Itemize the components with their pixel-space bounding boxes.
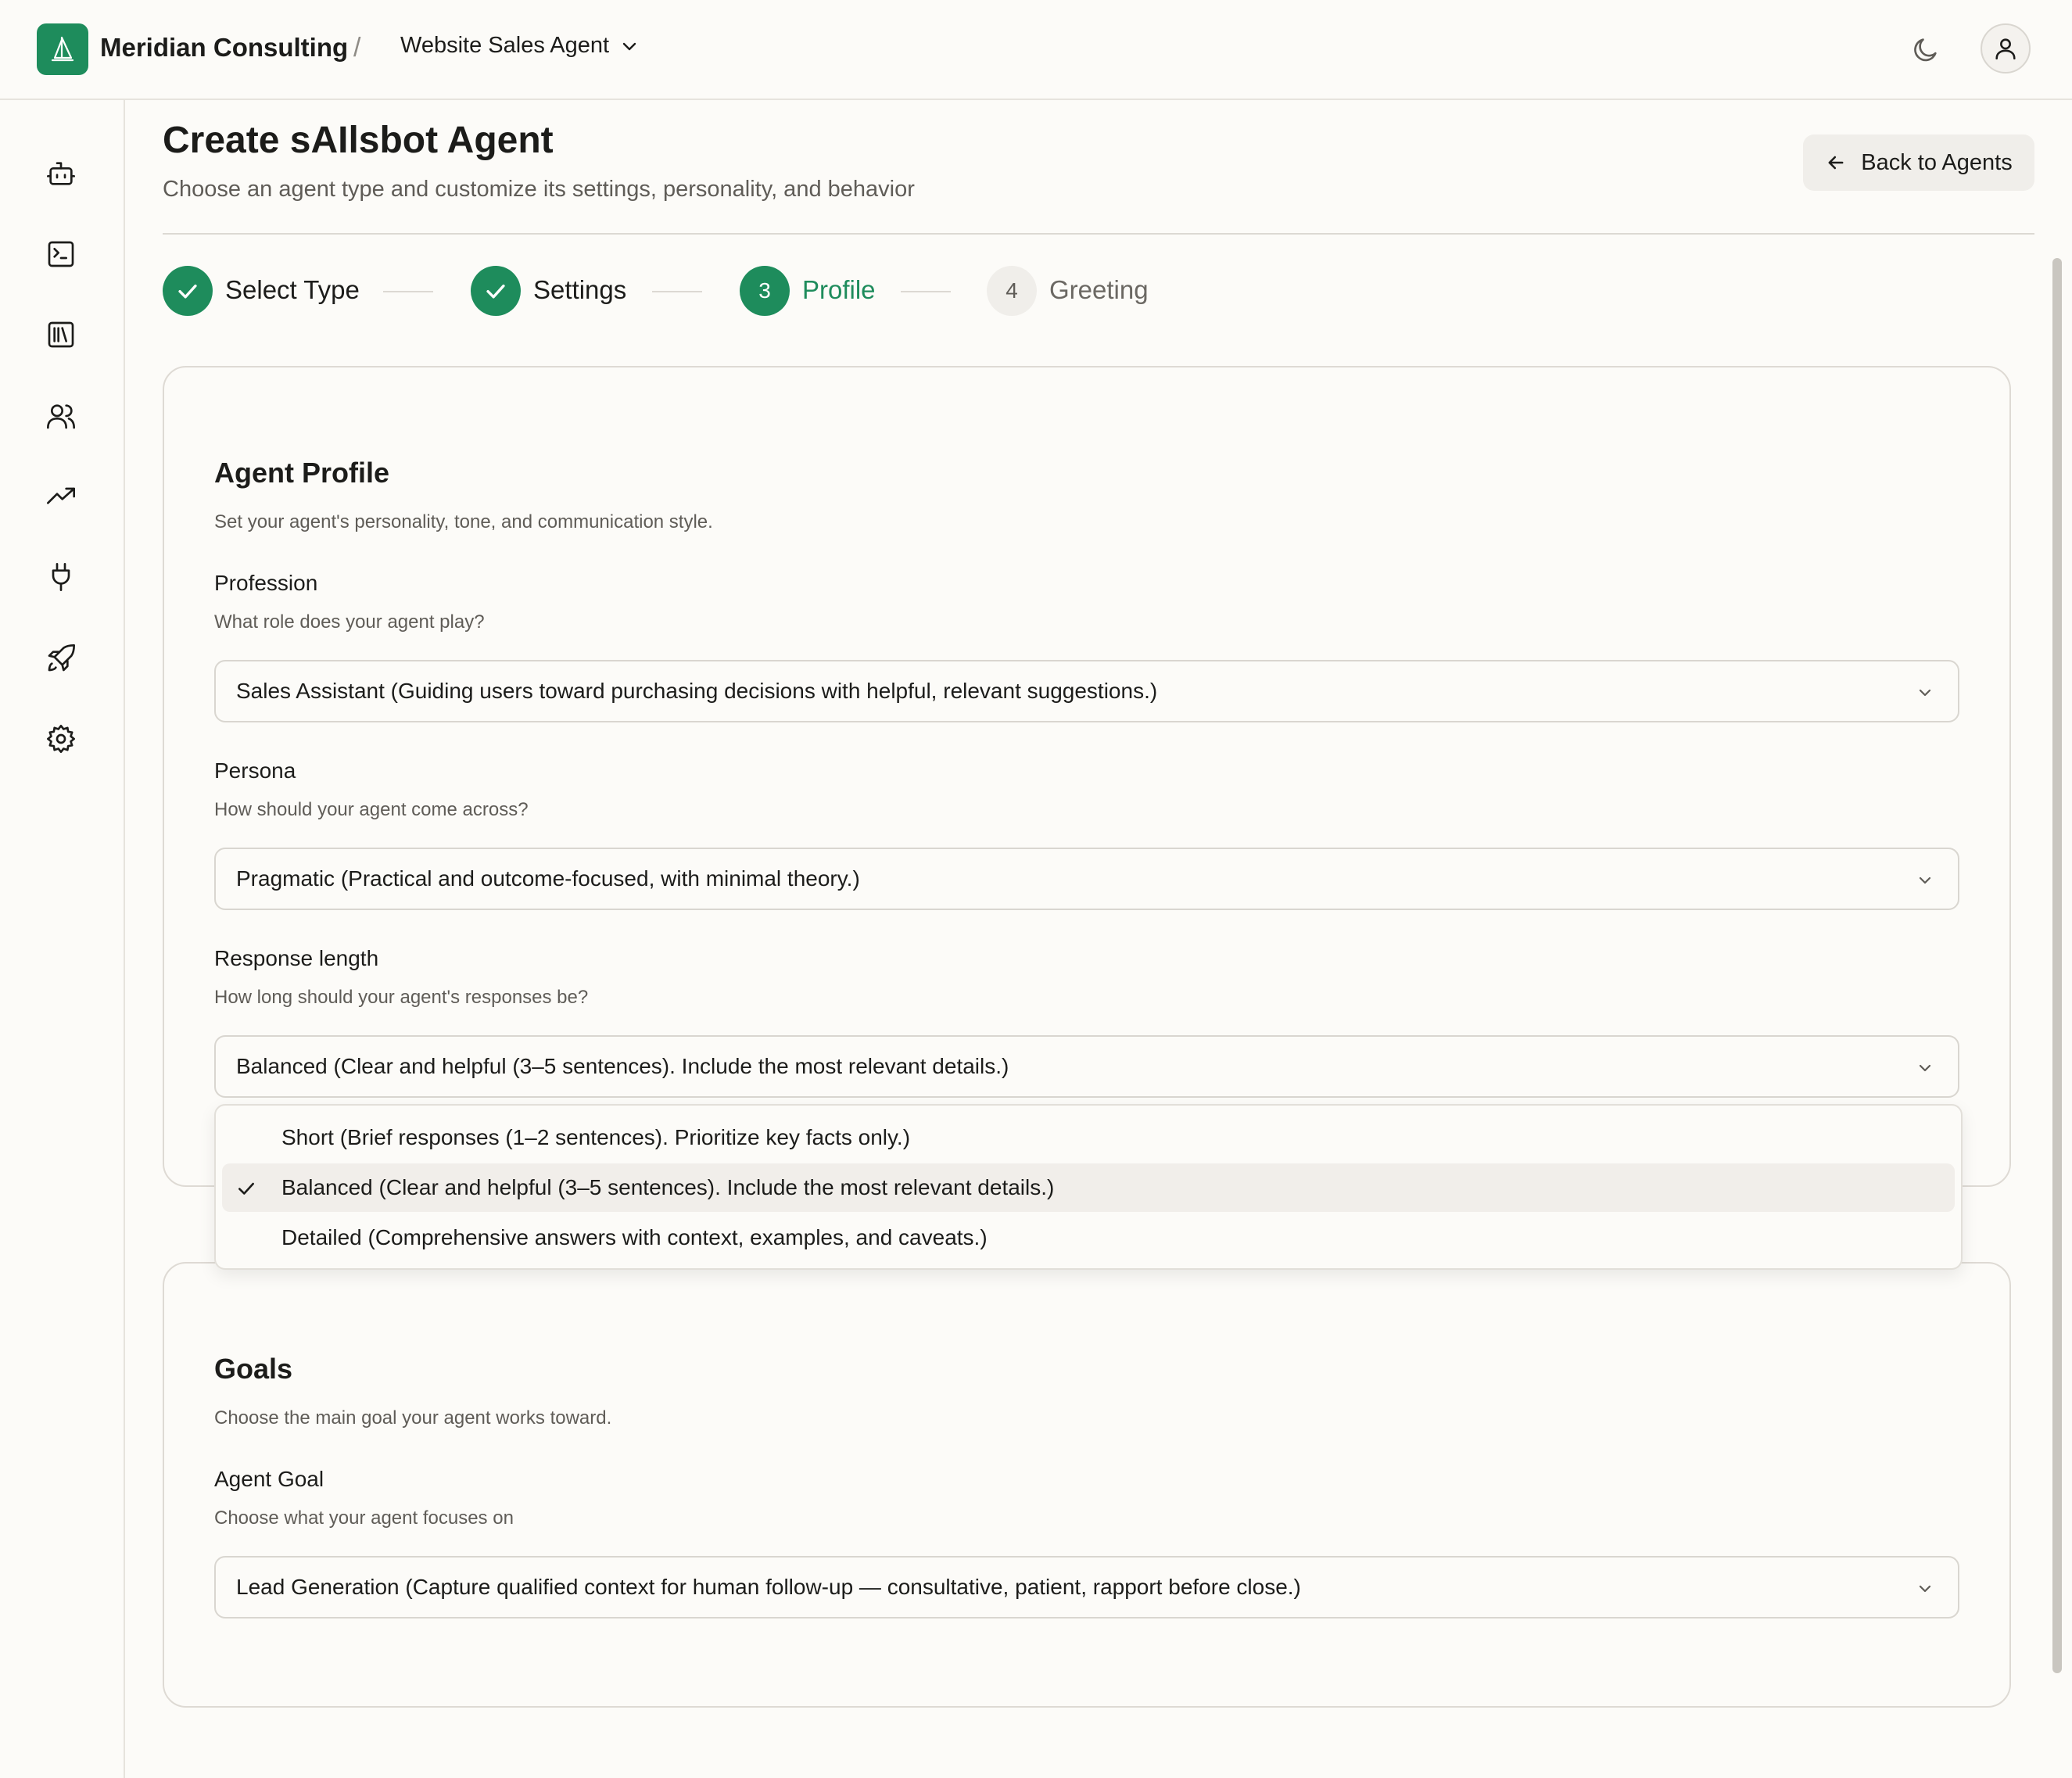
persona-label: Persona (214, 758, 296, 783)
step-greeting-number[interactable]: 4 (987, 266, 1037, 316)
top-bar: Meridian Consulting / Website Sales Agen… (0, 0, 2072, 100)
profession-help: What role does your agent play? (214, 611, 485, 633)
trending-up-icon[interactable] (44, 479, 78, 514)
users-icon[interactable] (44, 399, 78, 433)
page-title: Create sAIlsbot Agent (163, 120, 554, 161)
moon-icon[interactable] (1909, 34, 1941, 66)
breadcrumb-separator: / (353, 33, 361, 63)
profession-label: Profession (214, 571, 318, 595)
step-profile-label[interactable]: Profile (802, 275, 876, 305)
step-connector (901, 291, 951, 292)
step-profile-number[interactable]: 3 (740, 266, 790, 316)
settings-icon[interactable] (44, 722, 78, 756)
agent-goal-label: Agent Goal (214, 1467, 324, 1491)
user-icon (1995, 38, 2016, 60)
option-detailed[interactable]: Detailed (Comprehensive answers with con… (222, 1213, 1955, 1262)
step-connector (652, 291, 702, 292)
scrollbar-thumb[interactable] (2052, 258, 2062, 1673)
check-icon (238, 1182, 254, 1195)
agent-goal-select-value: Lead Generation (Capture qualified conte… (236, 1575, 1301, 1599)
step-select-type-check-icon[interactable] (163, 266, 213, 316)
response-length-select[interactable]: Balanced (Clear and helpful (3–5 sentenc… (214, 1035, 1959, 1098)
chevron-down-icon (622, 42, 636, 50)
option-detailed-label: Detailed (Comprehensive answers with con… (281, 1225, 988, 1249)
agent-selector[interactable]: Website Sales Agent (400, 33, 639, 59)
agent-selector-label: Website Sales Agent (400, 33, 610, 58)
org-name[interactable]: Meridian Consulting (100, 33, 348, 63)
response-length-select-value: Balanced (Clear and helpful (3–5 sentenc… (236, 1054, 1009, 1078)
back-to-agents-button[interactable]: Back to Agents (1803, 134, 2034, 191)
header-divider (163, 233, 2034, 235)
persona-select-value: Pragmatic (Practical and outcome-focused… (236, 866, 860, 891)
goals-title: Goals (214, 1353, 293, 1385)
bot-icon[interactable] (44, 156, 78, 191)
back-to-agents-label: Back to Agents (1861, 149, 2013, 175)
persona-help: How should your agent come across? (214, 799, 529, 820)
chevron-down-icon (1919, 1064, 1931, 1072)
agent-profile-title: Agent Profile (214, 457, 390, 489)
option-short[interactable]: Short (Brief responses (1–2 sentences). … (222, 1113, 1955, 1162)
option-balanced-label: Balanced (Clear and helpful (3–5 sentenc… (281, 1175, 1055, 1199)
profession-select[interactable]: Sales Assistant (Guiding users toward pu… (214, 660, 1959, 722)
user-avatar[interactable] (1981, 23, 2031, 73)
arrow-left-icon (1828, 156, 1844, 170)
chevron-down-icon (1919, 1585, 1931, 1593)
agent-profile-description: Set your agent's personality, tone, and … (214, 511, 713, 532)
chevron-down-icon (1919, 689, 1931, 697)
step-settings-check-icon[interactable] (471, 266, 521, 316)
agent-goal-select[interactable]: Lead Generation (Capture qualified conte… (214, 1556, 1959, 1618)
persona-select[interactable]: Pragmatic (Practical and outcome-focused… (214, 848, 1959, 910)
step-greeting-label[interactable]: Greeting (1049, 275, 1149, 305)
profession-select-value: Sales Assistant (Guiding users toward pu… (236, 679, 1158, 703)
chevron-down-icon (1919, 876, 1931, 884)
page-subtitle: Choose an agent type and customize its s… (163, 177, 915, 202)
rocket-icon[interactable] (44, 641, 78, 676)
step-settings-label[interactable]: Settings (533, 275, 626, 305)
response-length-dropdown: Short (Brief responses (1–2 sentences). … (214, 1104, 1963, 1270)
terminal-icon[interactable] (44, 237, 78, 271)
step-select-type-label[interactable]: Select Type (225, 275, 360, 305)
option-balanced[interactable]: Balanced (Clear and helpful (3–5 sentenc… (222, 1163, 1955, 1212)
sidebar (0, 100, 125, 1778)
response-length-help: How long should your agent's responses b… (214, 987, 589, 1008)
plug-icon[interactable] (44, 560, 78, 594)
sail-logo-icon[interactable] (37, 23, 88, 75)
library-icon[interactable] (44, 317, 78, 352)
goals-description: Choose the main goal your agent works to… (214, 1407, 612, 1428)
agent-goal-help: Choose what your agent focuses on (214, 1507, 514, 1529)
goals-card (163, 1262, 2011, 1708)
option-short-label: Short (Brief responses (1–2 sentences). … (281, 1125, 911, 1149)
step-connector (383, 291, 433, 292)
response-length-label: Response length (214, 946, 379, 970)
